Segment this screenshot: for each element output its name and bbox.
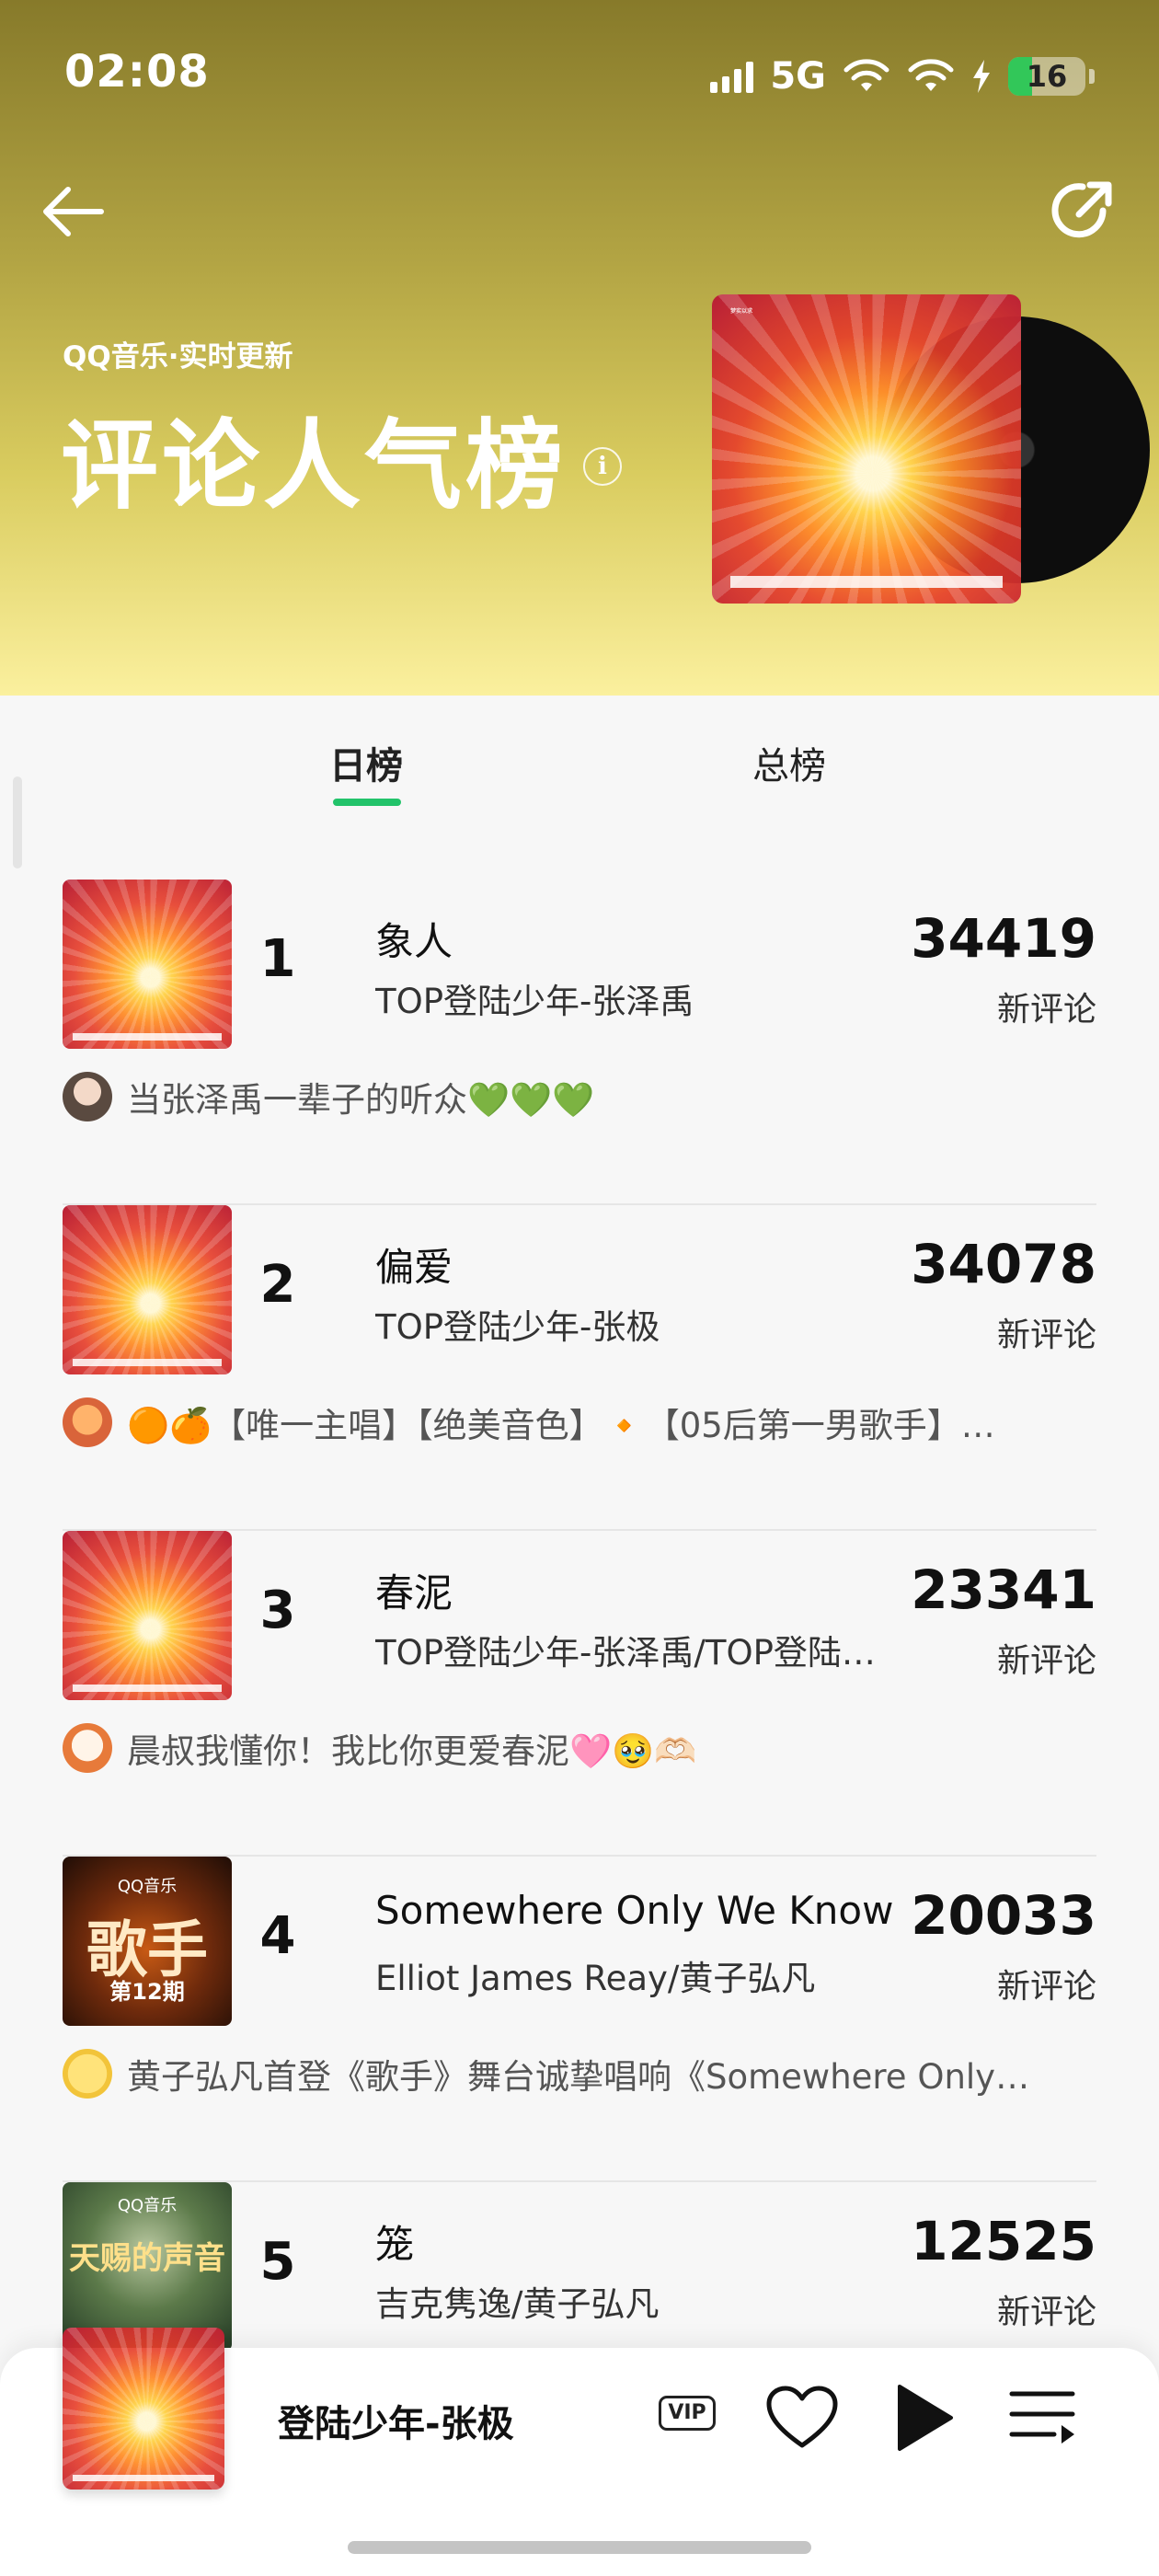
song-artist: TOP登陆少年-张极: [375, 1307, 660, 1347]
home-indicator[interactable]: [348, 2541, 811, 2554]
info-icon[interactable]: i: [583, 447, 622, 486]
chart-header: 02:08 5G 16 QQ音乐·实时更新 评论人气榜 i 梦实以求: [0, 0, 1159, 696]
avatar: [63, 1397, 112, 1447]
comment-text: 🟠🍊【唯一主唱】【绝美音色】🔸【05后第一男歌手】…: [127, 1406, 995, 1445]
comment-count: 23341: [911, 1558, 1096, 1621]
vip-badge[interactable]: VIP: [659, 2396, 716, 2431]
chart-title: 评论人气榜: [61, 409, 567, 523]
comment-count-label: 新评论: [996, 1968, 1096, 2006]
battery-level: 16: [1026, 59, 1068, 94]
cover-brand: QQ音乐: [117, 2196, 178, 2216]
chart-list-panel: 日榜 总榜 1 象人 TOP登陆少年-张泽禹 34419 新评论 当张泽禹一辈子…: [0, 696, 1159, 2576]
tab-bar: 日榜 总榜: [0, 696, 1159, 806]
featured-album: 梦实以求: [712, 294, 1150, 607]
playlist-icon[interactable]: [1008, 2388, 1078, 2449]
rank-number: 5: [259, 2232, 296, 2292]
top-comment[interactable]: 当张泽禹一辈子的听众💚💚💚: [63, 1069, 1096, 1124]
song-cover: QQ音乐 歌手 第12期: [63, 1857, 232, 2026]
comment-count-label: 新评论: [996, 1642, 1096, 1680]
comment-count-label: 新评论: [996, 1317, 1096, 1354]
song-artist: TOP登陆少年-张泽禹: [375, 982, 694, 1021]
song-title: Somewhere Only We Know: [375, 1888, 894, 1933]
album-cover-text: 梦实以求: [730, 308, 753, 316]
status-icons: 5G 16: [710, 52, 1095, 101]
chart-row[interactable]: 1 象人 TOP登陆少年-张泽禹 34419 新评论 当张泽禹一辈子的听众💚💚💚: [63, 880, 1096, 1205]
rank-number: 2: [259, 1255, 296, 1315]
now-playing-title[interactable]: 登陆少年-张极: [278, 2394, 514, 2447]
battery-cap: [1089, 69, 1095, 84]
avatar: [63, 1723, 112, 1773]
wifi-icon: [843, 59, 889, 91]
charging-icon: [973, 60, 990, 93]
song-title: 象人: [375, 919, 453, 964]
song-cover: [63, 1531, 232, 1700]
top-comment[interactable]: 晨叔我懂你！我比你更爱春泥🩷🥹🫶🏻: [63, 1720, 1096, 1776]
now-playing-cover[interactable]: [63, 2328, 224, 2490]
comment-count-label: 新评论: [996, 991, 1096, 1029]
chart-row[interactable]: 2 偏爱 TOP登陆少年-张极 34078 新评论 🟠🍊【唯一主唱】【绝美音色】…: [63, 1205, 1096, 1531]
tab-overall[interactable]: 总榜: [752, 736, 826, 789]
page: 02:08 5G 16 QQ音乐·实时更新 评论人气榜 i 梦实以求 日榜 总榜…: [0, 0, 1159, 2576]
comment-count: 12525: [911, 2210, 1096, 2272]
song-cover: [63, 1205, 232, 1374]
chart-row[interactable]: QQ音乐 歌手 第12期 4 Somewhere Only We Know El…: [63, 1857, 1096, 2182]
network-type: 5G: [770, 55, 826, 98]
top-comment[interactable]: 🟠🍊【唯一主唱】【绝美音色】🔸【05后第一男歌手】…: [63, 1395, 1096, 1450]
rank-number: 1: [259, 929, 296, 989]
arrow-left-icon: [43, 187, 104, 236]
song-artist: TOP登陆少年-张泽禹/TOP登陆…: [375, 1633, 876, 1673]
active-tab-indicator: [333, 799, 401, 806]
comment-count: 34078: [911, 1233, 1096, 1295]
chart-row[interactable]: 3 春泥 TOP登陆少年-张泽禹/TOP登陆… 23341 新评论 晨叔我懂你！…: [63, 1531, 1096, 1857]
play-icon[interactable]: [892, 2381, 957, 2455]
back-button[interactable]: [37, 175, 110, 248]
tab-daily[interactable]: 日榜: [329, 736, 403, 789]
mini-player[interactable]: 登陆少年-张极 VIP: [0, 2328, 1159, 2576]
avatar: [63, 1072, 112, 1121]
comment-count: 20033: [911, 1884, 1096, 1947]
cellular-signal-icon: [710, 60, 754, 93]
share-button[interactable]: [1045, 171, 1122, 248]
song-title: 春泥: [375, 1570, 453, 1616]
avatar: [63, 2049, 112, 2099]
comment-count: 34419: [911, 907, 1096, 970]
rank-number: 3: [259, 1581, 296, 1640]
top-comment[interactable]: 黄子弘凡首登《歌手》舞台诚挚唱响《Somewhere Only…: [63, 2046, 1096, 2101]
share-icon: [1051, 181, 1112, 238]
cover-issue: 第12期: [109, 1978, 185, 2005]
cover-brand: QQ音乐: [117, 1877, 178, 1897]
cover-show-name: 天赐的声音: [69, 2240, 225, 2278]
battery-icon: 16: [1008, 57, 1085, 96]
album-cover: 梦实以求: [712, 294, 1021, 604]
chart-source-label: QQ音乐·实时更新: [63, 340, 293, 374]
wifi-icon: [908, 59, 954, 91]
song-artist: Elliot James Reay/黄子弘凡: [375, 1959, 816, 1998]
status-bar: 02:08 5G 16: [0, 0, 1159, 147]
comment-text: 黄子弘凡首登《歌手》舞台诚挚唱响《Somewhere Only…: [127, 2057, 1030, 2097]
heart-icon[interactable]: [765, 2385, 839, 2451]
comment-count-label: 新评论: [996, 2294, 1096, 2331]
comment-text: 当张泽禹一辈子的听众💚💚💚: [127, 1080, 595, 1120]
song-cover: [63, 880, 232, 1049]
song-title: 笼: [375, 2222, 415, 2267]
comment-text: 晨叔我懂你！我比你更爱春泥🩷🥹🫶🏻: [127, 1731, 697, 1771]
song-title: 偏爱: [375, 1245, 453, 1290]
status-time: 02:08: [64, 46, 210, 98]
song-cover: QQ音乐 天赐的声音: [63, 2182, 232, 2352]
song-artist: 吉克隽逸/黄子弘凡: [375, 2284, 660, 2324]
rank-number: 4: [259, 1906, 296, 1966]
